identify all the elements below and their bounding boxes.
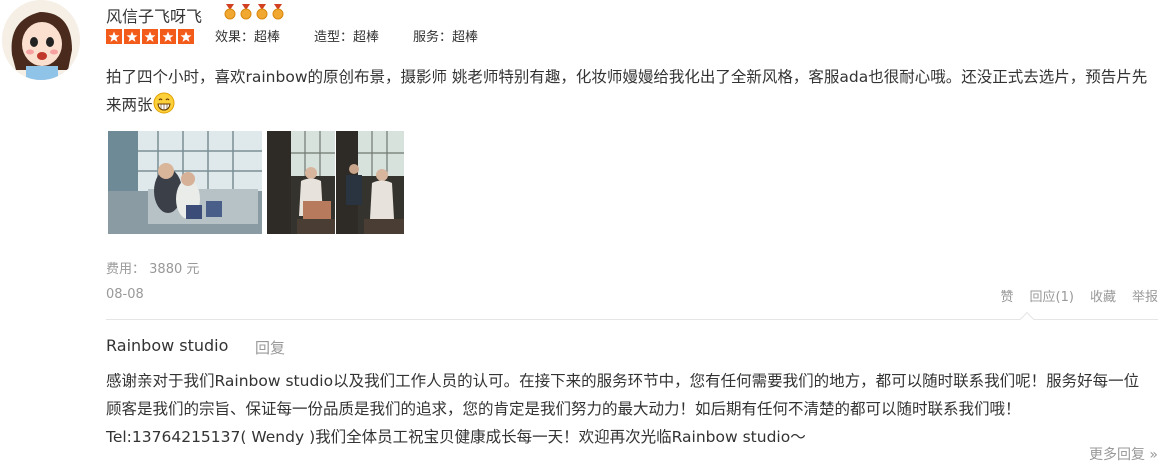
user-medals [223,4,285,20]
review-photo[interactable] [108,131,262,234]
reply-button[interactable]: 回应(1) [1030,286,1074,305]
score-service: 服务：超棒 [413,30,479,45]
medal-icon [240,4,252,20]
favorite-button[interactable]: 收藏 [1090,286,1116,305]
star-icon [160,29,176,44]
fee-info: 费用： 3880 元 [106,258,199,277]
divider [106,319,1158,320]
medal-icon [272,4,284,20]
reply-pointer [1019,311,1035,327]
rating-stars [106,29,194,44]
star-icon [124,29,140,44]
review-text: 拍了四个小时，喜欢rainbow的原创布景，摄影师 姚老师特别有趣，化妆师嫚嫚给… [106,68,1148,114]
more-replies-link[interactable]: 更多回复 » [1089,444,1158,461]
fee-label: 费用： [106,262,146,277]
score-effect: 效果：超棒 [215,30,281,45]
reply-author[interactable]: Rainbow studio [106,336,228,355]
review-actions: 赞 回应(1) 收藏 举报 [985,286,1158,305]
score-styling: 造型：超棒 [314,30,380,45]
medal-icon [224,4,236,20]
score-list: 效果：超棒 造型：超棒 服务：超棒 [215,26,512,45]
like-button[interactable]: 赞 [1001,286,1014,305]
report-button[interactable]: 举报 [1132,286,1158,305]
star-icon [106,29,122,44]
user-avatar[interactable] [2,0,80,80]
username[interactable]: 风信子飞呀飞 [106,3,202,27]
review-photo[interactable] [267,131,405,234]
star-icon [142,29,158,44]
reply-text: 感谢亲对于我们Rainbow studio以及我们工作人员的认可。在接下来的服务… [106,372,1140,446]
review-content: 拍了四个小时，喜欢rainbow的原创布景，摄影师 姚老师特别有趣，化妆师嫚嫚给… [106,63,1156,119]
grin-emoji-icon [153,92,175,114]
reply-link[interactable]: 回复 [255,337,285,358]
fee-value: 3880 元 [149,262,200,277]
review-photos [108,131,405,234]
medal-icon [256,4,268,20]
star-icon [178,29,194,44]
review-date: 08-08 [106,287,144,302]
